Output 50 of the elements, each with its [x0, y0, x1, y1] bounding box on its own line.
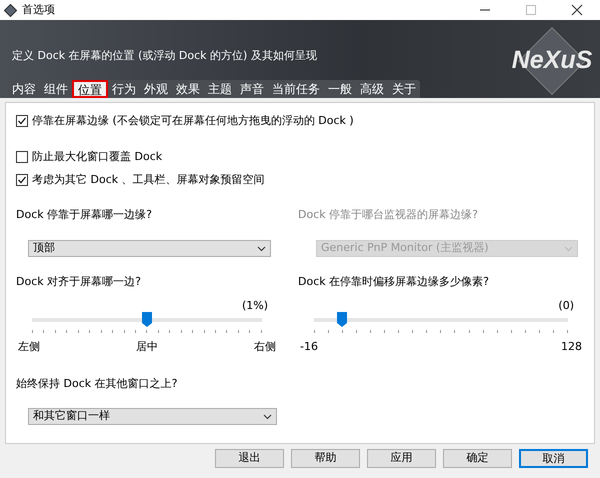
checkbox-label: 考虑为其它 Dock 、工具栏、屏幕对象预留空间: [32, 172, 265, 188]
checkbox[interactable]: [16, 174, 28, 186]
scale-label: 左侧: [18, 339, 40, 355]
header-description: 定义 Dock 在屏幕的位置 (或浮动 Dock 的方位) 及其如何呈现: [12, 48, 317, 64]
tab[interactable]: 位置: [72, 80, 108, 98]
chevron-down-icon: [564, 246, 573, 252]
tab[interactable]: 效果: [172, 80, 204, 98]
checkmark-icon: [17, 116, 27, 126]
slider-thumb[interactable]: [142, 312, 152, 327]
scale-label: 居中: [136, 339, 158, 355]
tab[interactable]: 当前任务: [268, 80, 324, 98]
slider-reading: (1%): [242, 298, 268, 314]
tab[interactable]: 一般: [324, 80, 356, 98]
dropdown-value: 顶部: [33, 240, 55, 256]
checkbox[interactable]: [16, 150, 28, 163]
select-label: Dock 停靠于屏幕哪一边缘?: [16, 206, 153, 222]
select-label: Dock 停靠于哪台监视器的屏幕边缘?: [298, 206, 479, 222]
checkbox[interactable]: [16, 115, 28, 128]
tab[interactable]: 组件: [40, 80, 72, 98]
checkbox-label: 防止最大化窗口覆盖 Dock: [32, 148, 162, 164]
dialog-button[interactable]: 确定: [443, 449, 512, 468]
window-title: 首选项: [22, 2, 55, 18]
dialog-button[interactable]: 取消: [519, 449, 588, 468]
tab[interactable]: 主题: [204, 80, 236, 98]
scale-label: -16: [300, 339, 318, 355]
dialog-button[interactable]: 退出: [215, 449, 284, 468]
tab[interactable]: 关于: [388, 80, 420, 98]
dropdown[interactable]: 和其它窗口一样: [28, 408, 277, 425]
slider-reading: (0): [558, 298, 574, 314]
scale-label: 128: [561, 339, 582, 355]
checkmark-icon: [17, 175, 27, 186]
scale-label: 右侧: [254, 339, 276, 355]
dropdown-value: Generic PnP Monitor (主监视器): [321, 240, 489, 256]
tab[interactable]: 高级: [356, 80, 388, 98]
slider-label: Dock 对齐于屏幕哪一边?: [16, 274, 142, 290]
dropdown[interactable]: 顶部: [28, 240, 271, 257]
dropdown-value: 和其它窗口一样: [33, 408, 110, 424]
select-label: 始终保持 Dock 在其他窗口之上?: [16, 376, 178, 392]
chevron-down-icon: [257, 246, 266, 252]
slider-label: Dock 在停靠时偏移屏幕边缘多少像素?: [298, 274, 490, 290]
checkbox-label: 停靠在屏幕边缘 (不会锁定可在屏幕任何地方拖曳的浮动的 Dock ): [32, 113, 354, 129]
dialog-button[interactable]: 应用: [367, 449, 436, 468]
tab[interactable]: 内容: [8, 80, 40, 98]
slider-thumb[interactable]: [336, 312, 347, 327]
chevron-down-icon: [263, 414, 272, 420]
app-icon: [4, 4, 17, 16]
tab[interactable]: 行为: [108, 80, 140, 98]
tab[interactable]: 外观: [140, 80, 172, 98]
tab[interactable]: 声音: [236, 80, 268, 98]
dialog-button[interactable]: 帮助: [291, 449, 360, 468]
